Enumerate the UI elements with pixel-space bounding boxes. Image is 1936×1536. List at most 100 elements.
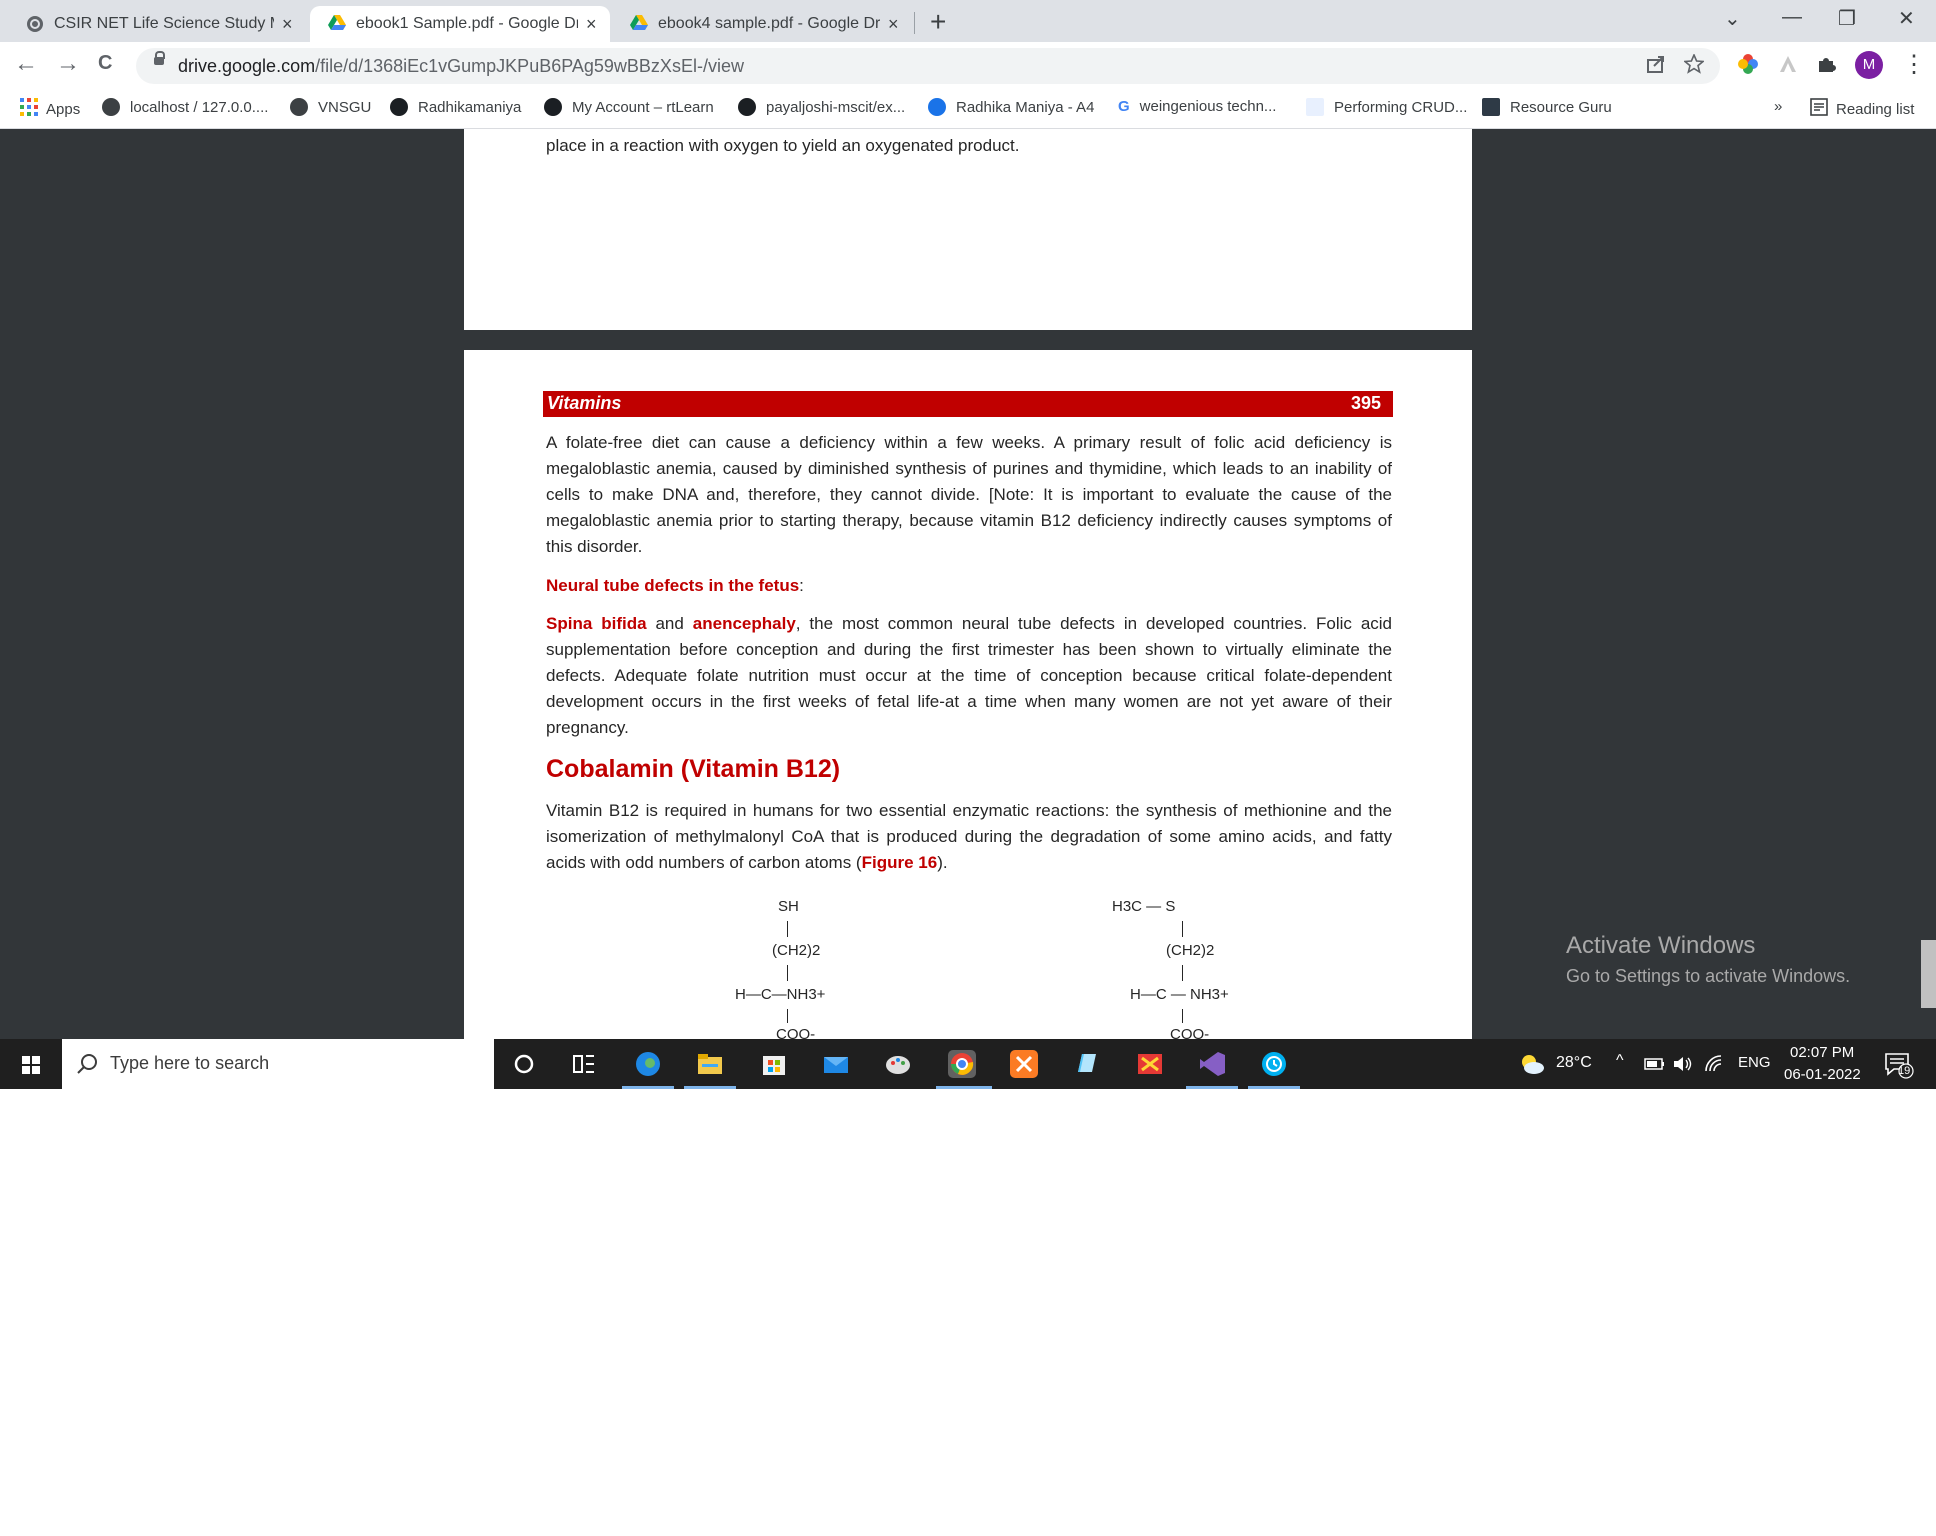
close-icon[interactable]: ×	[586, 14, 597, 35]
minimize-button[interactable]: —	[1782, 6, 1802, 29]
bookmark-payaljoshi[interactable]: payaljoshi-mscit/ex...	[738, 98, 905, 116]
page-icon	[1306, 98, 1324, 116]
chem-top-label: H3C — S	[1112, 898, 1176, 915]
tab-search-button[interactable]: ⌄	[1724, 6, 1741, 31]
active-app-indicator	[1186, 1086, 1238, 1089]
bookmark-star-icon[interactable]	[1682, 52, 1706, 80]
paint-icon[interactable]	[884, 1050, 912, 1078]
search-icon	[76, 1053, 98, 1080]
language-indicator[interactable]: ENG	[1738, 1054, 1771, 1071]
battery-icon[interactable]	[1644, 1055, 1666, 1078]
bookmark-label: Apps	[46, 100, 81, 118]
taskbar-search-box[interactable]: Type here to search	[62, 1039, 494, 1089]
figure-link[interactable]: Figure 16	[862, 853, 938, 872]
reading-list-button[interactable]: Reading list	[1810, 98, 1914, 120]
profile-avatar[interactable]: M	[1855, 51, 1883, 79]
globe-icon	[26, 15, 44, 33]
bookmark-rtlearn[interactable]: My Account – rtLearn	[544, 98, 714, 116]
tab-csir-net[interactable]: CSIR NET Life Science Study Mate ×	[14, 6, 304, 42]
visual-studio-icon[interactable]	[1198, 1050, 1226, 1078]
chapter-title: Vitamins	[547, 393, 622, 413]
bookmark-label: Radhikamaniya	[418, 98, 522, 116]
bookmark-apps[interactable]: Apps	[20, 98, 80, 120]
xampp-icon[interactable]	[1010, 1050, 1038, 1078]
chrome-menu-button[interactable]: ⋮	[1902, 50, 1926, 79]
clock-date[interactable]: 06-01-2022	[1784, 1066, 1861, 1083]
url-path: /file/d/1368iEc1vGumpJKPuB6PAg59wBBzXsEl…	[315, 56, 744, 76]
bookmark-label: payaljoshi-mscit/ex...	[766, 98, 906, 116]
bookmark-performing-crud[interactable]: Performing CRUD...	[1306, 98, 1467, 116]
url-text: drive.google.com/file/d/1368iEc1vGumpJKP…	[178, 56, 744, 77]
rt-icon	[544, 98, 562, 116]
bookmark-radhikamaniya[interactable]: Radhikamaniya	[390, 98, 521, 116]
task-view-icon[interactable]	[570, 1050, 598, 1078]
close-icon[interactable]: ×	[282, 14, 293, 35]
bookmark-weingenious[interactable]: G weingenious techn...	[1118, 98, 1276, 115]
file-explorer-icon[interactable]	[696, 1050, 724, 1078]
term-anencephaly: anencephaly	[692, 614, 796, 633]
clock-time[interactable]: 02:07 PM	[1790, 1044, 1854, 1061]
restore-button[interactable]: ❐	[1838, 6, 1856, 31]
start-button[interactable]	[0, 1039, 62, 1089]
extension-a-icon[interactable]	[1778, 54, 1798, 79]
color-extension-icon[interactable]	[1738, 54, 1758, 79]
microsoft-store-icon[interactable]	[760, 1050, 788, 1078]
tab-ebook4[interactable]: ebook4 sample.pdf - Google Driv ×	[614, 6, 914, 42]
bond-line	[1182, 965, 1183, 981]
scrollbar-thumb[interactable]	[1921, 940, 1936, 1008]
globe-icon	[290, 98, 308, 116]
forward-button[interactable]: →	[56, 50, 80, 78]
chem-mid-label: (CH2)2	[1166, 942, 1215, 959]
notepad-icon[interactable]	[1072, 1050, 1100, 1078]
clock-app-icon[interactable]	[1260, 1050, 1288, 1078]
volume-icon[interactable]	[1672, 1054, 1694, 1079]
cortana-icon[interactable]	[510, 1050, 538, 1078]
pdf-viewer[interactable]: this equivalent is an electron per se, a…	[0, 129, 1936, 1039]
back-button[interactable]: ←	[14, 50, 38, 78]
bond-line	[787, 1009, 788, 1023]
tab-title: CSIR NET Life Science Study Mate	[54, 15, 274, 32]
bookmark-radhika-a4[interactable]: Radhika Maniya - A4	[928, 98, 1094, 116]
chem-top-label: SH	[778, 898, 799, 915]
new-tab-button[interactable]: +	[930, 6, 946, 38]
bookmark-vnsgu[interactable]: VNSGU	[290, 98, 371, 116]
close-window-button[interactable]: ✕	[1898, 6, 1915, 31]
text-and: and	[646, 614, 693, 633]
mail-icon[interactable]	[822, 1050, 850, 1078]
share-icon[interactable]	[1646, 54, 1666, 80]
tab-title: ebook4 sample.pdf - Google Driv	[658, 15, 880, 32]
google-drive-icon	[630, 15, 648, 33]
address-bar[interactable]: drive.google.com/file/d/1368iEc1vGumpJKP…	[136, 48, 1720, 84]
reload-button[interactable]: C	[98, 52, 112, 75]
weather-temperature[interactable]: 28°C	[1556, 1054, 1592, 1072]
tab-separator	[914, 12, 915, 34]
bookmarks-overflow-button[interactable]: »	[1774, 98, 1782, 115]
activate-windows-watermark: Activate Windows Go to Settings to activ…	[1566, 932, 1850, 987]
bond-line	[787, 965, 788, 981]
bookmark-resource-guru[interactable]: Resource Guru	[1482, 98, 1612, 116]
show-hidden-icons-button[interactable]: ^	[1616, 1052, 1624, 1070]
neural-tube-heading-text: Neural tube defects in the fetus	[546, 576, 800, 595]
url-host: drive.google.com	[178, 56, 316, 76]
close-icon[interactable]: ×	[888, 14, 899, 35]
wifi-icon[interactable]	[1704, 1054, 1726, 1079]
pdf-page-previous: this equivalent is an electron per se, a…	[464, 129, 1472, 330]
pdf-page-395: Vitamins 395 A folate-free diet can caus…	[464, 350, 1472, 1039]
sql-tool-icon[interactable]	[1136, 1050, 1164, 1078]
tab-ebook1[interactable]: ebook1 Sample.pdf - Google Driv ×	[310, 6, 610, 42]
puzzle-icon[interactable]	[1816, 54, 1836, 79]
tab-strip: CSIR NET Life Science Study Mate × ebook…	[0, 0, 1936, 42]
chrome-icon[interactable]	[948, 1050, 976, 1078]
weather-icon[interactable]	[1518, 1050, 1546, 1078]
paragraph-folate-deficiency: A folate-free diet can cause a deficienc…	[546, 433, 1392, 556]
chem-carboxyl-label: COO-	[776, 1026, 816, 1039]
browser-toolbar: ← → C drive.google.com/file/d/1368iEc1vG…	[0, 42, 1936, 90]
bookmark-localhost[interactable]: localhost / 127.0.0....	[102, 98, 268, 116]
activate-subtitle: Go to Settings to activate Windows.	[1566, 966, 1851, 986]
chem-mid-label: (CH2)2	[772, 942, 821, 959]
windows-taskbar: Type here to search 28°C ^ ENG 02:07 PM …	[0, 1039, 1936, 1089]
edge-icon[interactable]	[634, 1050, 662, 1078]
resource-guru-icon	[1482, 98, 1500, 116]
page-number: 395	[1350, 393, 1381, 413]
search-placeholder: Type here to search	[110, 1053, 270, 1073]
